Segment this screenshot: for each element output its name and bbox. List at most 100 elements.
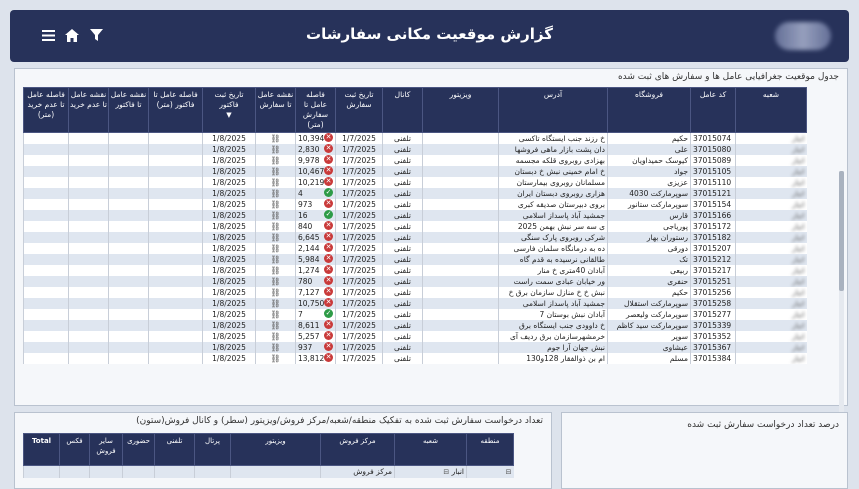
col-other-sales[interactable]: سایر فروش — [89, 433, 123, 466]
branch-cell: انبار — [735, 232, 807, 243]
table-row[interactable]: انبار 37015352 سوپر خرمشهرسازمان برق ردیف آ… — [23, 331, 807, 342]
col-distance-invoice[interactable]: فاصله عامل تا فاکتور (متر) — [148, 87, 203, 133]
table-row[interactable]: انبار 37015089 کیوسک حمیداویان بهزادی روبرو… — [23, 155, 807, 166]
col-phone[interactable]: تلفنی — [154, 433, 195, 466]
agent-code-cell: 37015256 — [690, 287, 736, 298]
invoice-date-cell: 1/8/2025 — [202, 276, 256, 287]
map-link-icon[interactable]: ⛓ — [270, 156, 280, 165]
table-row[interactable]: انبار 37015080 علی دان پشت بازار ماهی فروشه… — [23, 144, 807, 155]
col-region[interactable]: منطقه — [466, 433, 514, 466]
map-link-icon[interactable]: ⛓ — [270, 233, 280, 242]
invoice-date-cell: 1/8/2025 — [202, 320, 256, 331]
cross-status-icon: ✕ — [324, 320, 333, 329]
map-link-icon[interactable]: ⛓ — [270, 134, 280, 143]
map-link-icon[interactable]: ⛓ — [270, 178, 280, 187]
map-link-icon[interactable]: ⛓ — [270, 277, 280, 286]
map-invoice-cell — [108, 166, 149, 177]
col-invoice-date[interactable]: تاریخ ثبت فاکتور ▼ — [202, 87, 256, 133]
map-link-icon[interactable]: ⛓ — [270, 321, 280, 330]
distance-value: 840 — [298, 222, 313, 231]
col-portal[interactable]: پرتال — [194, 433, 231, 466]
distance-nopurchase-cell — [23, 232, 69, 243]
table-row[interactable]: انبار 37015182 رستوران بهار شرکی روبروی پار… — [23, 232, 807, 243]
distance-order-cell: ✕ 13,812 — [295, 353, 336, 364]
map-link-icon[interactable]: ⛓ — [270, 244, 280, 253]
col-branch[interactable]: شعبه — [394, 433, 467, 466]
expand-icon[interactable]: ⊟ — [443, 468, 449, 476]
map-order-cell: ⛓ — [255, 232, 296, 243]
table-row[interactable]: انبار 37015154 سوپرمارکت ستانور بروی دبیرست… — [23, 199, 807, 210]
table-row[interactable]: انبار 37015212 تک طالقانی نرسیده به قدم گاه… — [23, 254, 807, 265]
map-link-icon[interactable]: ⛓ — [270, 211, 280, 220]
menu-icon[interactable] — [40, 27, 56, 43]
col-visitor[interactable]: ویزیتور — [422, 87, 499, 133]
table-row[interactable]: انبار 37015277 سوپرمارکت ولیعصر آبادان نبش … — [23, 309, 807, 320]
col-map-order[interactable]: نقشه عامل تا سفارش — [255, 87, 296, 133]
col-address[interactable]: آدرس — [498, 87, 608, 133]
col-distance-nopurchase[interactable]: فاصله عامل تا عدم خرید (متر) — [23, 87, 69, 133]
col-agent-code[interactable]: کد عامل — [690, 87, 736, 133]
col-distance-order[interactable]: فاصله عامل تا سفارش (متر) — [295, 87, 336, 133]
map-invoice-cell — [108, 331, 149, 342]
visitor-cell — [422, 342, 499, 353]
col-fax[interactable]: فکس — [59, 433, 90, 466]
order-date-cell: 1/7/2025 — [335, 166, 383, 177]
col-map-invoice[interactable]: نقشه عامل تا فاکتور — [108, 87, 149, 133]
col-branch[interactable]: شعبه — [735, 87, 807, 133]
map-link-icon[interactable]: ⛓ — [270, 222, 280, 231]
table-row[interactable]: انبار 37015384 مسلم ام بن ذوالفقار 128و130 ت… — [23, 353, 807, 364]
header-actions — [40, 27, 104, 43]
map-nopurchase-cell — [68, 177, 109, 188]
home-icon[interactable] — [64, 27, 80, 43]
filter-icon[interactable] — [88, 27, 104, 43]
map-link-icon[interactable]: ⛓ — [270, 299, 280, 308]
map-order-cell: ⛓ — [255, 188, 296, 199]
visitor-cell — [422, 210, 499, 221]
map-link-icon[interactable]: ⛓ — [270, 310, 280, 319]
col-store[interactable]: فروشگاه — [607, 87, 691, 133]
table-row[interactable]: انبار 37015121 سوپرمارکت 4030 هزاری روبروی … — [23, 188, 807, 199]
table-row[interactable]: انبار 37015339 سوپرمارکت سید کاظم خ داوودی … — [23, 320, 807, 331]
col-channel[interactable]: کانال — [382, 87, 423, 133]
col-visitor[interactable]: ویزیتور — [230, 433, 321, 466]
table-row[interactable]: انبار 37015256 حکیم نبش خ خ منازل سازمان بر… — [23, 287, 807, 298]
store-cell: سوپرمارکت ولیعصر — [607, 309, 691, 320]
distance-value: 937 — [298, 343, 313, 352]
address-cell: نبش خ خ منازل سازمان برق خ — [498, 287, 608, 298]
cross-status-icon: ✕ — [324, 144, 333, 153]
table-row[interactable]: انبار 37015251 حنفری ور خیابان عبادی سمت را… — [23, 276, 807, 287]
table-row[interactable]: انبار 37015367 عیشاوی نبش جهان آرا جوم تلفنی… — [23, 342, 807, 353]
map-link-icon[interactable]: ⛓ — [270, 354, 280, 363]
map-link-icon[interactable]: ⛓ — [270, 167, 280, 176]
table-row[interactable]: انبار 37015172 پوریاجی ی سه سر نبش بهمن 202… — [23, 221, 807, 232]
map-link-icon[interactable]: ⛓ — [270, 288, 280, 297]
table-row[interactable]: انبار 37015074 حکیم خ رزند جنب ایستگاه تاکس… — [23, 132, 807, 144]
branch-cell: انبار — [735, 298, 807, 309]
col-order-date[interactable]: تاریخ ثبت سفارش — [335, 87, 383, 133]
expand-icon[interactable]: ⊟ — [506, 468, 512, 476]
map-link-icon[interactable]: ⛓ — [270, 200, 280, 209]
col-inperson[interactable]: حضوری — [122, 433, 155, 466]
map-link-icon[interactable]: ⛓ — [270, 332, 280, 341]
table-row[interactable]: انبار 37015217 ربیعی آبادان 40متری خ منار تل… — [23, 265, 807, 276]
distance-value: 7 — [298, 310, 303, 319]
table-row[interactable]: انبار 37015207 دورقی ده به درمانگاه سلمان ف… — [23, 243, 807, 254]
order-date-cell: 1/7/2025 — [335, 276, 383, 287]
map-link-icon[interactable]: ⛓ — [270, 189, 280, 198]
map-link-icon[interactable]: ⛓ — [270, 145, 280, 154]
store-cell: حکیم — [607, 132, 691, 144]
map-link-icon[interactable]: ⛓ — [270, 266, 280, 275]
col-map-nopurchase[interactable]: نقشه عامل تا عدم خرید — [68, 87, 109, 133]
scrollbar-thumb[interactable] — [839, 171, 844, 291]
table-row[interactable]: انبار 37015105 جواد خ امام خمینی نبش خ دبست… — [23, 166, 807, 177]
table-row[interactable]: انبار 37015166 قارس جمشید آباد پاسداز اسلام… — [23, 210, 807, 221]
map-link-icon[interactable]: ⛓ — [270, 343, 280, 352]
distance-value: 9,978 — [298, 156, 320, 165]
map-link-icon[interactable]: ⛓ — [270, 255, 280, 264]
table-row[interactable]: انبار 37015258 سوپرمارکت استقلال جمشید آباد… — [23, 298, 807, 309]
table-row[interactable]: انبار 37015110 عزیزی مسلمانان روبروی بیمارس… — [23, 177, 807, 188]
distance-value: 6,645 — [298, 233, 320, 242]
col-sales-center[interactable]: مرکز فروش — [320, 433, 395, 466]
col-total[interactable]: Total — [23, 433, 60, 466]
distance-value: 5,257 — [298, 332, 320, 341]
